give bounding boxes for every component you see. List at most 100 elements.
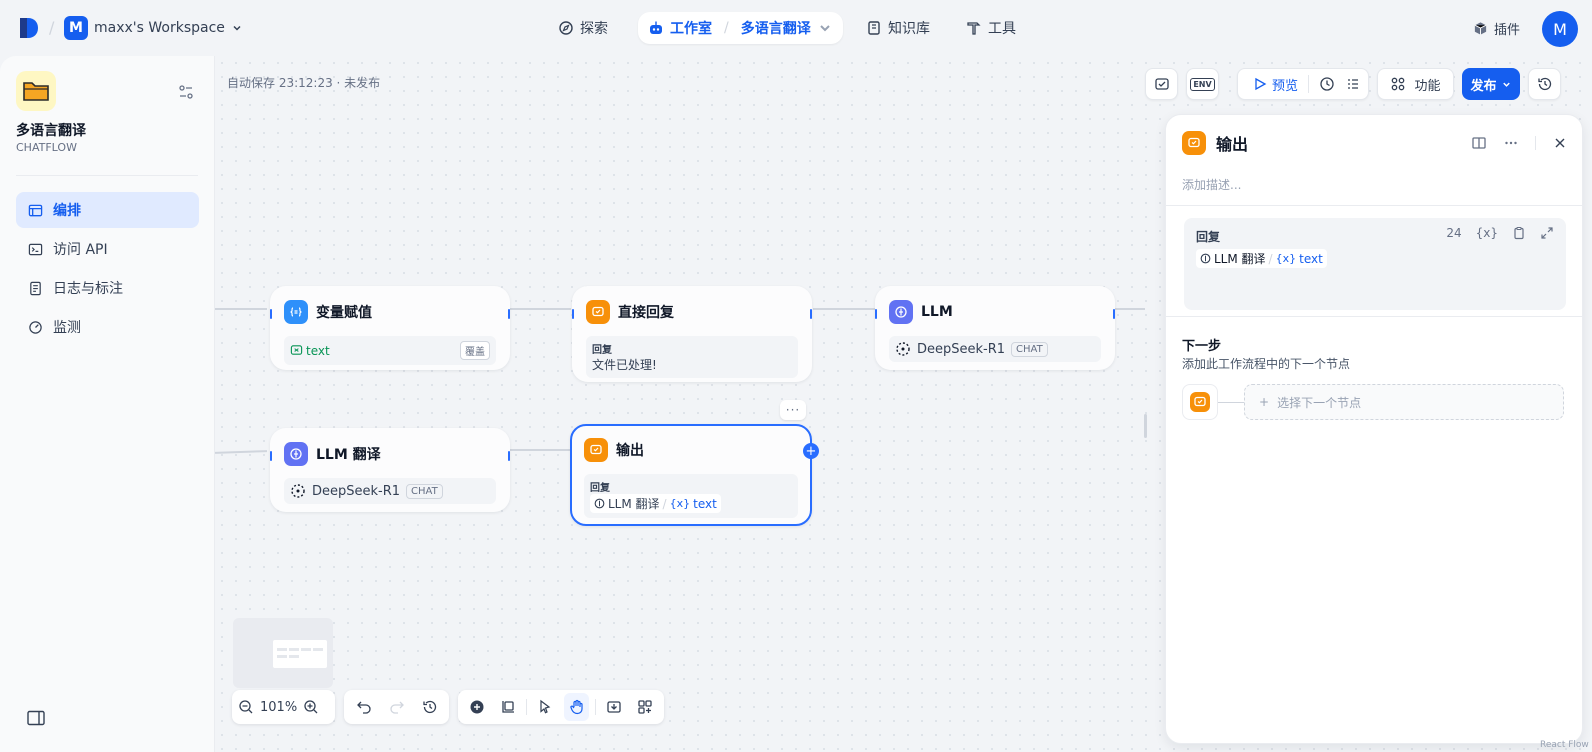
edge [1115,308,1145,310]
chevron-down-icon [820,25,830,32]
canvas-tools [458,690,664,724]
autosave-status: 自动保存 23:12:23 · 未发布 [227,76,381,90]
reply-label: 回复 [590,483,610,494]
reply-editor[interactable]: 回复 24 {x} LLM 翻译 / {x} text [1184,218,1566,310]
book-open-icon[interactable] [1471,135,1487,151]
output-handle[interactable] [1113,309,1115,319]
publish-button[interactable]: 发布 [1462,68,1520,100]
dify-logo[interactable] [18,16,40,40]
organize-button[interactable] [633,693,658,721]
nav-explore[interactable]: 探索 [548,12,618,44]
change-history-button[interactable] [416,693,443,721]
preview-button[interactable]: 预览 [1252,75,1298,94]
add-node-button[interactable] [464,693,489,721]
input-handle[interactable] [570,447,572,457]
output-handle[interactable] [508,451,510,461]
nav-studio-label: 工作室 [670,21,712,37]
input-handle[interactable] [572,309,574,319]
node-more-button[interactable]: ··· [780,400,806,420]
layout-icon [28,204,43,216]
select-next-label: 选择下一个节点 [1277,395,1362,410]
close-icon[interactable] [1552,135,1568,151]
compass-icon [559,21,573,35]
nav-app-label[interactable]: 多语言翻译 [741,18,811,38]
panel-divider [1166,316,1584,317]
panel-title[interactable]: 输出 [1216,131,1248,155]
features-label: 功能 [1414,78,1441,94]
sidebar-item-orchestrate[interactable]: 编排 [16,192,199,228]
grid-icon [1392,77,1405,91]
export-image-button[interactable] [602,693,627,721]
sidebar-item-monitor[interactable]: 监测 [16,309,199,345]
assign-target: text [290,344,330,358]
zoom-in-icon[interactable] [303,699,319,715]
node-header: LLM 翻译 [272,430,508,466]
select-next-node-button[interactable]: + 选择下一个节点 [1244,384,1564,420]
edge [214,450,268,454]
nav-explore-label: 探索 [580,21,608,37]
node-header: 变量赋值 [272,288,508,324]
description-input[interactable]: 添加描述... [1182,176,1241,193]
hand-icon [569,699,583,715]
react-flow-attribution[interactable]: React Flow [1540,740,1589,750]
expand-icon[interactable] [1540,226,1554,240]
llm-icon [889,300,913,324]
nav-knowledge[interactable]: 知识库 [856,12,940,44]
node-variable-assigner[interactable]: 变量赋值 text 覆盖 [270,286,510,370]
workspace-switcher[interactable]: M maxx's Workspace [64,16,243,40]
node-direct-reply[interactable]: 直接回复 回复 文件已处理! [572,286,812,382]
hand-mode-button[interactable] [563,693,590,721]
input-handle[interactable] [270,451,272,461]
variable-source: LLM 翻译 [608,497,660,511]
image-download-icon [607,701,622,713]
sidebar-item-logs[interactable]: 日志与标注 [16,270,199,306]
undo-button[interactable] [350,693,377,721]
clipboard-icon[interactable] [1512,226,1526,240]
plugins-button[interactable]: 插件 [1473,19,1520,38]
output-handle[interactable] [810,309,812,319]
node-body: DeepSeek-R1 CHAT [889,336,1101,362]
output-handle[interactable] [508,309,510,319]
nav-knowledge-label: 知识库 [888,21,930,37]
env-label: ENV [1190,77,1215,91]
chevron-down-icon [233,25,241,31]
redo-button[interactable] [383,693,410,721]
node-header: LLM [877,288,1113,324]
panel-divider [1166,205,1584,206]
pointer-mode-button[interactable] [533,693,558,721]
add-next-node-button[interactable]: + [803,443,819,459]
env-button[interactable]: ENV [1186,68,1219,100]
edge [215,308,267,310]
model-mode-badge: CHAT [1011,341,1048,357]
node-llm[interactable]: LLM DeepSeek-R1 CHAT [875,286,1115,370]
version-history-button[interactable] [1528,68,1561,100]
checklist-icon[interactable] [1345,76,1361,92]
zoom-out-icon[interactable] [238,699,254,715]
top-bar: / M maxx's Workspace 探索 工作室 / 多语言翻译 知识库 … [0,0,1592,56]
nav-studio[interactable]: 工作室 / 多语言翻译 [638,12,843,44]
minimap[interactable] [233,618,333,688]
insert-variable-button[interactable]: {x} [1476,226,1498,240]
collapse-sidebar-icon[interactable] [27,710,45,726]
next-step-title: 下一步 [1182,339,1222,354]
nav-tools[interactable]: 工具 [956,12,1026,44]
more-icon[interactable] [1503,135,1519,151]
edge [509,308,571,310]
features-button[interactable]: 功能 [1377,68,1454,100]
zoom-level[interactable]: 101% [260,700,297,715]
panel-resize-handle[interactable] [1144,414,1147,438]
node-body: DeepSeek-R1 CHAT [284,478,496,504]
checklist-button[interactable] [1145,68,1178,100]
sliders-icon[interactable] [178,84,194,100]
node-llm-translate[interactable]: LLM 翻译 DeepSeek-R1 CHAT [270,428,510,512]
reply-editor-label: 回复 [1196,230,1221,244]
input-handle[interactable] [875,309,877,319]
node-output[interactable]: 输出 回复 LLM 翻译 / {x} text + [570,424,819,526]
history-run-icon[interactable] [1319,76,1335,92]
plus-icon: + [1259,395,1270,409]
user-avatar[interactable]: M [1542,11,1578,47]
add-note-button[interactable] [495,693,520,721]
input-handle[interactable] [270,309,272,319]
node-header: 直接回复 [574,288,810,324]
sidebar-item-api[interactable]: 访问 API [16,231,199,267]
